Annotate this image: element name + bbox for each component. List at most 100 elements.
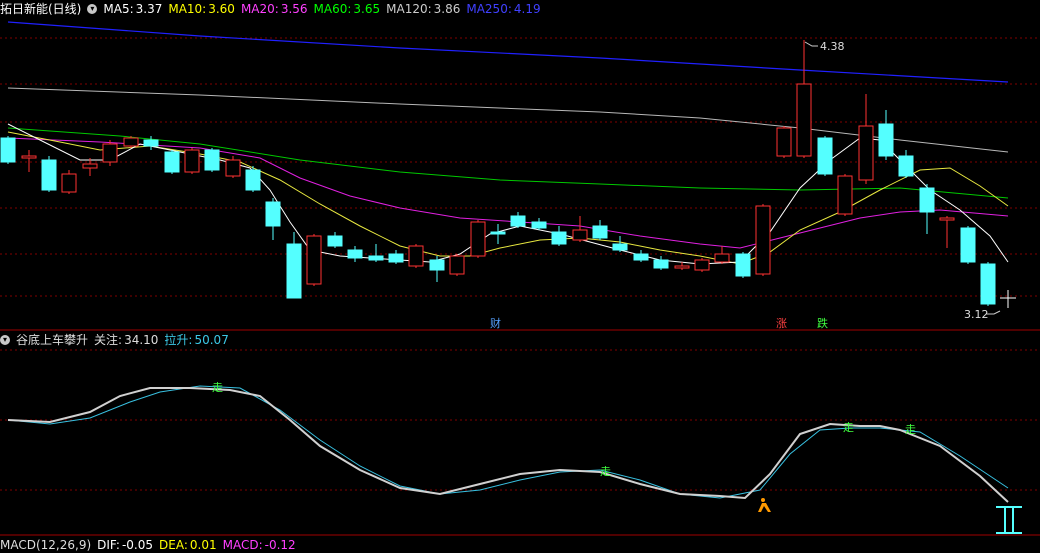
candle-body [776,127,792,157]
candle-body [225,159,241,177]
candle-body [21,155,37,159]
candle[interactable] [143,136,159,150]
candle[interactable] [164,150,180,174]
high-pointer [804,41,818,47]
main-grid [0,37,1040,297]
candle[interactable] [939,216,955,248]
candle-body [837,175,853,215]
candle[interactable] [878,110,894,160]
candle[interactable] [347,246,363,262]
candle-body [368,255,384,261]
candle-body [429,259,445,271]
candle[interactable] [245,166,261,192]
candle[interactable] [388,250,404,264]
candle-body [531,221,547,229]
candle[interactable] [102,140,118,166]
dea-label: DEA: [159,538,188,552]
candle[interactable] [755,204,771,276]
candle[interactable] [21,150,37,172]
candle-body [286,243,302,299]
candle[interactable] [633,250,649,262]
candle-body [939,217,955,221]
candle-body [164,151,180,173]
candle-body [510,215,526,227]
candle[interactable] [470,220,486,258]
candle[interactable] [694,258,710,272]
candle-body [898,155,914,177]
candle[interactable] [776,126,792,158]
lift-value: 50.07 [194,333,229,347]
candle-body [347,249,363,259]
candle[interactable] [306,234,322,286]
candle-body [714,253,730,263]
candle-body [878,123,894,157]
macd-name[interactable]: MACD(12,26,9) [0,537,91,553]
candle[interactable] [204,148,220,172]
candle[interactable] [41,156,57,192]
candle[interactable] [592,220,608,240]
macd-label: MACD: [222,538,263,552]
candle-body [919,187,935,213]
candle-body [306,235,322,285]
lift-signal-icon [996,506,1022,534]
candle[interactable] [980,262,996,306]
candle[interactable] [429,256,445,282]
candle[interactable] [510,212,526,228]
chart-canvas[interactable]: 4.38 3.12 [0,0,1040,545]
buy-runner-icon [758,498,771,512]
candle-body [796,83,812,157]
candle[interactable] [858,94,874,184]
candle[interactable] [796,40,812,158]
indicator-name[interactable]: 谷底上车攀升 [16,332,88,348]
candle-body [612,243,628,251]
candle[interactable] [612,236,628,252]
candle-body [755,205,771,275]
indicator-main-line [7,387,1009,503]
candle[interactable] [653,256,669,270]
candlestick-series[interactable] [0,40,996,306]
candle[interactable] [327,232,343,248]
candle[interactable] [714,246,730,264]
dea-value: 0.01 [189,538,217,552]
candle[interactable] [368,244,384,262]
fall-event-marker[interactable]: 跌 [817,318,828,330]
sell-signal-marker-1: 走 [212,381,223,394]
ma10-line [7,131,1009,265]
collapse-icon[interactable]: ▾ [0,335,10,345]
candle[interactable] [265,198,281,240]
candle-body [858,125,874,181]
candle-body [694,259,710,271]
candle[interactable] [898,150,914,178]
candle-body [653,259,669,269]
candle-body [143,139,159,147]
candle[interactable] [408,244,424,268]
candle[interactable] [0,136,16,164]
candle-body [572,229,588,241]
candle[interactable] [449,254,465,276]
candle[interactable] [531,218,547,230]
candle[interactable] [735,252,751,278]
focus-label: 关注: [94,333,123,347]
candle[interactable] [919,184,935,234]
rise-event-marker[interactable]: 涨 [776,318,787,330]
finance-event-marker[interactable]: 财 [490,318,501,330]
candle[interactable] [490,224,506,244]
candle[interactable] [960,226,976,264]
candle[interactable] [61,170,77,194]
sell-signal-marker-3: 走 [843,421,854,434]
candle[interactable] [837,174,853,216]
candle[interactable] [551,226,567,246]
dif-value: -0.05 [121,538,153,552]
candle[interactable] [82,158,98,176]
candle[interactable] [286,232,302,299]
candle-body [204,149,220,171]
candle-body [674,265,690,269]
candle-body [184,149,200,173]
candle-body [123,137,139,147]
candle[interactable] [123,136,139,148]
sell-signal-marker-4: 走 [905,423,916,436]
candle[interactable] [572,216,588,242]
candle[interactable] [184,148,200,174]
candle[interactable] [817,136,833,176]
candle[interactable] [674,262,690,270]
